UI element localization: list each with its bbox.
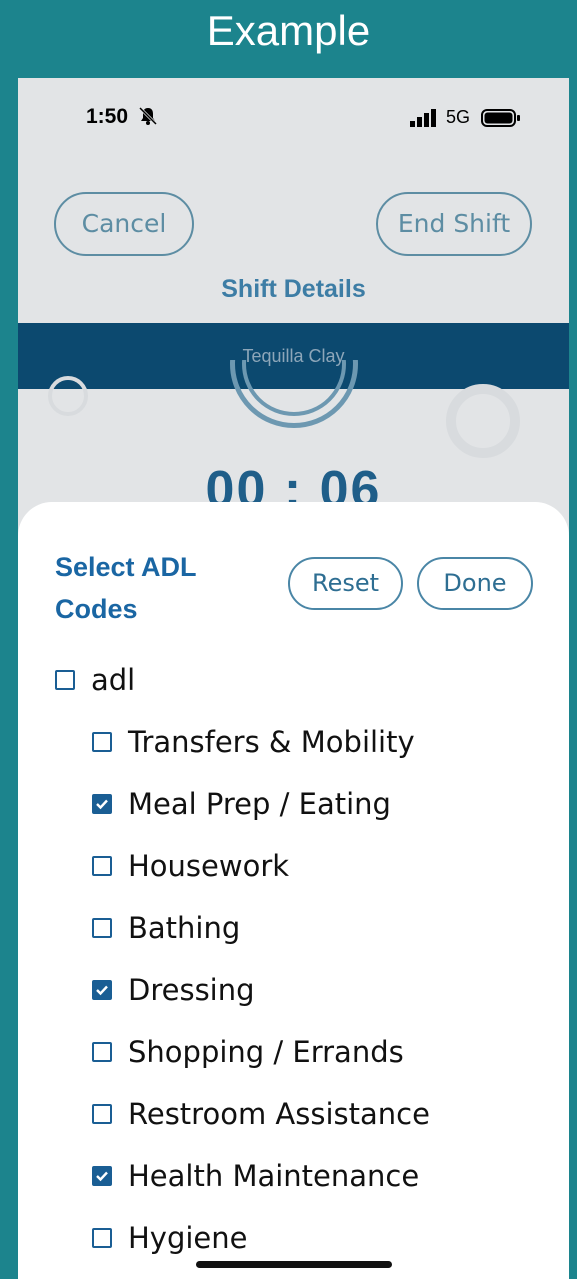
checkbox-unchecked[interactable] <box>92 918 112 938</box>
checkbox-adl[interactable] <box>55 670 75 690</box>
frame-title: Example <box>206 7 371 54</box>
home-indicator <box>196 1261 392 1268</box>
adl-item-row[interactable]: Transfers & Mobility <box>92 722 415 762</box>
adl-item-row[interactable]: Shopping / Errands <box>92 1032 404 1072</box>
adl-item-label: Shopping / Errands <box>128 1035 404 1069</box>
adl-item-row[interactable]: Restroom Assistance <box>92 1094 430 1134</box>
checkbox-unchecked[interactable] <box>92 856 112 876</box>
checkbox-unchecked[interactable] <box>92 1042 112 1062</box>
adl-item-label: Transfers & Mobility <box>128 725 415 759</box>
done-button[interactable]: Done <box>417 557 533 610</box>
checkbox-checked[interactable] <box>92 794 112 814</box>
adl-codes-sheet: Select ADL Codes Reset Done adl Transfer… <box>18 502 569 1279</box>
checkbox-unchecked[interactable] <box>92 1104 112 1124</box>
adl-item-label: Bathing <box>128 911 241 945</box>
adl-item-label: Dressing <box>128 973 255 1007</box>
adl-item-row[interactable]: Housework <box>92 846 289 886</box>
adl-item-row[interactable]: Dressing <box>92 970 255 1010</box>
phone-screen: 1:50 5G Cancel End Shift Shift Details T… <box>18 78 569 1279</box>
adl-item-label: Housework <box>128 849 290 883</box>
adl-parent-row[interactable]: adl <box>55 660 135 700</box>
adl-item-row[interactable]: Hygiene <box>92 1218 248 1258</box>
adl-item-label: Health Maintenance <box>128 1159 420 1193</box>
adl-item-row[interactable]: Health Maintenance <box>92 1156 419 1196</box>
adl-item-label: Restroom Assistance <box>128 1097 430 1131</box>
checkbox-unchecked[interactable] <box>92 732 112 752</box>
adl-item-row[interactable]: Bathing <box>92 908 240 948</box>
adl-item-label: Meal Prep / Eating <box>128 787 391 821</box>
checkbox-checked[interactable] <box>92 980 112 1000</box>
adl-item-label: Hygiene <box>128 1221 248 1255</box>
adl-item-row[interactable]: Meal Prep / Eating <box>92 784 391 824</box>
adl-parent-label: adl <box>91 663 136 697</box>
checkbox-checked[interactable] <box>92 1166 112 1186</box>
sheet-title: Select ADL Codes <box>55 552 197 624</box>
checkbox-unchecked[interactable] <box>92 1228 112 1248</box>
reset-button[interactable]: Reset <box>288 557 403 610</box>
